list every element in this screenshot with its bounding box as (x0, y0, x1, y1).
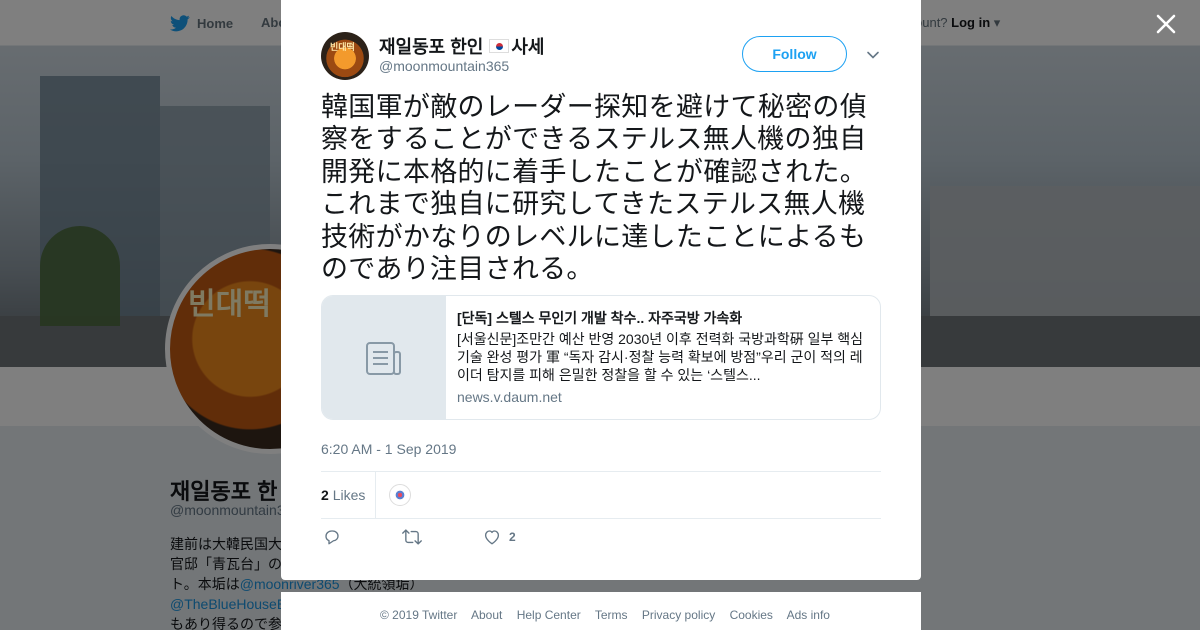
footer-link-terms[interactable]: Terms (595, 608, 628, 622)
tweet-modal: 빈대떡 재일동포 한인 사세 @moonmountain365 Follow 韓… (281, 0, 921, 580)
footer-copyright: © 2019 Twitter (380, 608, 458, 622)
tweet-text: 韓国軍が敵のレーダー探知を避けて秘密の偵察をすることができるステルス無人機の独自… (321, 92, 867, 286)
card-title: [단독] 스텔스 무인기 개발 착수.. 자주국방 가속화 (457, 310, 743, 326)
liker-avatar[interactable] (389, 484, 411, 506)
avatar-sign-graphic: 빈대떡 (330, 42, 355, 52)
author-name-suffix: 사세 (511, 37, 545, 57)
tweet-author-handle[interactable]: @moonmountain365 (379, 58, 509, 74)
footer: © 2019 Twitter About Help Center Terms P… (281, 592, 921, 630)
reply-button[interactable] (323, 528, 341, 546)
chevron-down-icon (867, 51, 879, 59)
close-icon (1156, 14, 1176, 34)
heart-icon (484, 530, 500, 545)
stats-divider (375, 472, 376, 518)
close-modal-button[interactable] (1153, 11, 1179, 37)
tweet-author-name[interactable]: 재일동포 한인 사세 (379, 33, 545, 59)
link-card-icon (366, 342, 401, 375)
tweet-timestamp[interactable]: 6:20 AM - 1 Sep 2019 (321, 441, 456, 457)
card-description: [서울신문]조만간 예산 반영 2030년 이후 전력화 국방과학硏 일부 핵심… (457, 331, 864, 383)
like-button[interactable]: 2 (483, 528, 516, 546)
footer-link-ads-info[interactable]: Ads info (787, 608, 830, 622)
tweet-author-avatar[interactable]: 빈대떡 (321, 32, 369, 80)
tweet-actions: 2 (321, 528, 881, 552)
author-name-text: 재일동포 한인 (379, 37, 484, 57)
likes-count: 2 (321, 487, 329, 503)
footer-link-cookies[interactable]: Cookies (730, 608, 773, 622)
like-count: 2 (509, 530, 516, 544)
reply-icon (325, 530, 339, 545)
likes-count-link[interactable]: 2 Likes (321, 487, 365, 503)
follow-button[interactable]: Follow (742, 36, 847, 72)
footer-link-about[interactable]: About (471, 608, 502, 622)
retweet-icon (402, 529, 422, 545)
card-thumbnail (322, 296, 446, 419)
footer-link-help-center[interactable]: Help Center (517, 608, 581, 622)
card-domain: news.v.daum.net (457, 389, 562, 405)
footer-link-privacy[interactable]: Privacy policy (642, 608, 715, 622)
korea-flag-icon (489, 39, 510, 53)
tweet-stats: 2 Likes (321, 471, 881, 519)
likes-label: Likes (332, 487, 366, 503)
footer-links: © 2019 Twitter About Help Center Terms P… (380, 608, 841, 622)
retweet-button[interactable] (402, 528, 422, 546)
link-preview-card[interactable]: [단독] 스텔스 무인기 개발 착수.. 자주국방 가속화 [서울신문]조만간 … (321, 295, 881, 420)
tweet-menu-button[interactable] (866, 48, 880, 62)
